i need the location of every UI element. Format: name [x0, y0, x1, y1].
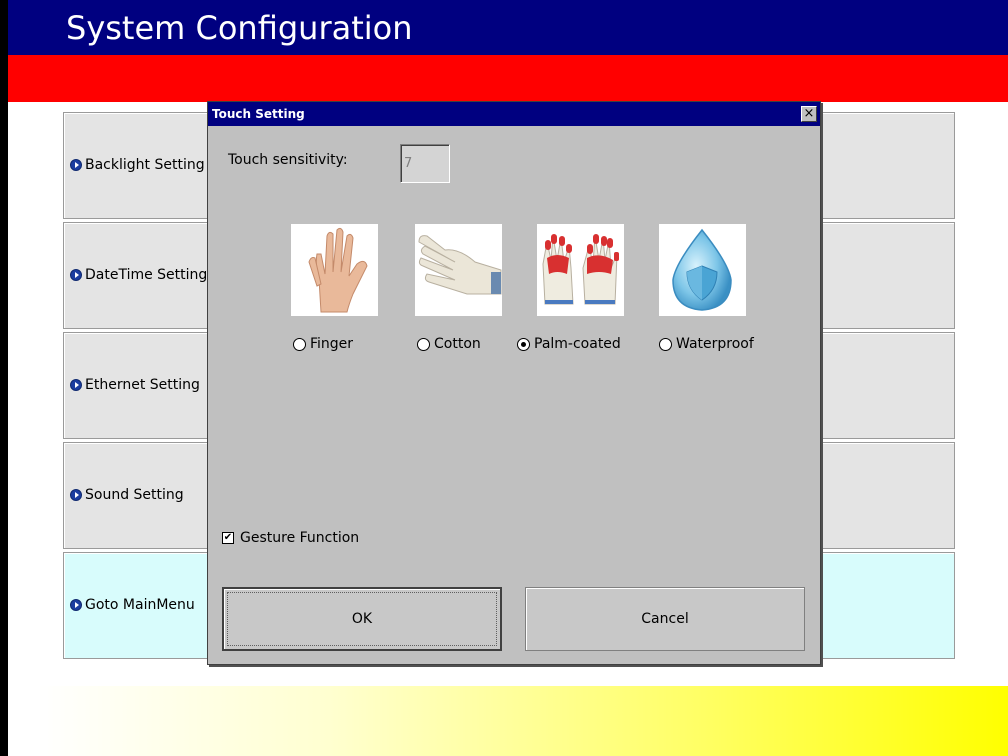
cotton-radio[interactable]: Cotton [417, 336, 481, 352]
sensitivity-input[interactable] [400, 144, 450, 183]
menu-label: Goto MainMenu [85, 597, 195, 613]
checkmark-icon: ✔ [222, 532, 234, 544]
finger-label: Finger [310, 336, 354, 352]
radio-selected-icon [517, 337, 530, 351]
menu-label: Sound Setting [85, 487, 184, 503]
hand-icon[interactable] [291, 224, 378, 316]
page-title: System Configuration [66, 9, 413, 47]
finger-radio[interactable]: Finger [293, 336, 353, 352]
water-drop-shield-icon[interactable] [659, 224, 746, 316]
arrow-bullet-icon [70, 269, 82, 281]
arrow-bullet-icon [70, 489, 82, 501]
arrow-bullet-icon [70, 599, 82, 611]
cotton-label: Cotton [434, 336, 481, 352]
menu-label: Backlight Setting [85, 157, 205, 173]
cotton-glove-icon[interactable] [415, 224, 502, 316]
sensitivity-label: Touch sensitivity: [228, 152, 348, 168]
gesture-label: Gesture Function [240, 530, 360, 546]
cancel-button[interactable]: Cancel [525, 587, 805, 651]
palm-coated-label: Palm-coated [534, 336, 621, 352]
menu-label: Ethernet Setting [85, 377, 200, 393]
menu-label: DateTime Setting [85, 267, 208, 283]
title-bar: System Configuration [8, 0, 1008, 55]
ok-button[interactable]: OK [222, 587, 502, 651]
radio-unselected-icon [293, 337, 306, 351]
waterproof-radio[interactable]: Waterproof [659, 336, 754, 352]
close-icon[interactable]: × [801, 106, 817, 122]
arrow-bullet-icon [70, 159, 82, 171]
footer-gradient-bar [38, 686, 1008, 756]
red-banner [8, 55, 1008, 102]
palm-coated-radio[interactable]: Palm-coated [517, 336, 621, 352]
touch-setting-dialog: Touch Setting × Touch sensitivity: 7 Fin… [207, 101, 821, 665]
arrow-bullet-icon [70, 379, 82, 391]
dialog-title-bar: Touch Setting × [208, 102, 820, 126]
gesture-checkbox[interactable]: ✔ Gesture Function [222, 530, 359, 546]
coated-gloves-icon[interactable] [537, 224, 624, 316]
radio-unselected-icon [417, 337, 430, 351]
dialog-title: Touch Setting [212, 107, 305, 121]
waterproof-label: Waterproof [676, 336, 754, 352]
radio-unselected-icon [659, 337, 672, 351]
